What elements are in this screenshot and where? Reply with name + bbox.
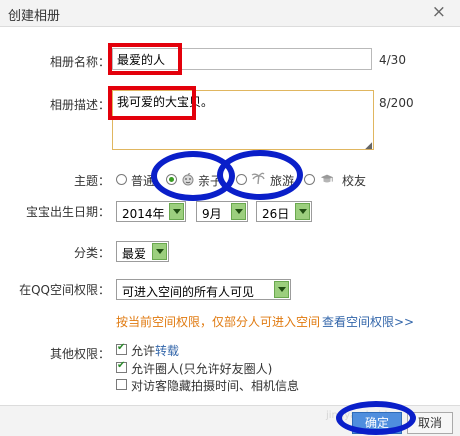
birth-day-value: 26日 xyxy=(262,207,290,221)
confirm-highlight-ellipse xyxy=(336,401,416,435)
chevron-down-icon xyxy=(231,203,246,220)
permission-hint: 按当前空间权限，仅部分人可进入空间 xyxy=(116,315,321,329)
birth-month-select[interactable]: 9月 xyxy=(196,201,248,222)
album-desc-counter: 8/200 xyxy=(379,96,414,110)
allow-repost-label: 允许转载 xyxy=(131,344,180,358)
category-select[interactable]: 最爱 xyxy=(116,241,169,262)
birth-day-select[interactable]: 26日 xyxy=(256,201,312,222)
category-label: 分类： xyxy=(73,246,110,260)
theme-radio-alumni[interactable] xyxy=(304,174,315,185)
permission-label: 在QQ空间权限： xyxy=(19,283,110,297)
allow-tagging-checkbox[interactable] xyxy=(116,360,127,373)
album-desc-label: 相册描述： xyxy=(49,98,110,112)
other-permissions-label: 其他权限： xyxy=(49,347,110,361)
graduation-cap-icon xyxy=(320,174,334,183)
hide-camera-info-checkbox[interactable] xyxy=(116,379,127,390)
chevron-down-icon xyxy=(274,281,289,298)
create-album-dialog: 创建相册 × 相册名称： 最爱的人 4/30 相册描述： 我可爱的大宝贝。 ◢ … xyxy=(0,0,460,436)
category-value: 最爱 xyxy=(122,247,147,261)
permission-value: 可进入空间的所有人可见 xyxy=(122,285,255,299)
album-name-counter: 4/30 xyxy=(379,53,406,67)
resize-grip-icon[interactable]: ◢ xyxy=(365,141,372,151)
dialog-titlebar: 创建相册 × xyxy=(0,0,460,27)
chevron-down-icon xyxy=(295,203,310,220)
desc-highlight-box xyxy=(108,86,196,120)
birth-year-value: 2014年 xyxy=(122,207,165,221)
theme-radio-normal[interactable] xyxy=(116,174,127,185)
birth-month-value: 9月 xyxy=(202,207,222,221)
theme-label-alumni: 校友 xyxy=(342,174,367,188)
theme-label: 主题： xyxy=(73,174,110,188)
birthday-label: 宝宝出生日期： xyxy=(25,205,110,219)
hide-camera-info-label: 对访客隐藏拍摄时间、相机信息 xyxy=(131,379,300,393)
dialog-title: 创建相册 xyxy=(8,9,61,24)
close-icon[interactable]: × xyxy=(432,2,446,22)
chevron-down-icon xyxy=(169,203,184,220)
allow-repost-checkbox[interactable] xyxy=(116,342,127,355)
chevron-down-icon xyxy=(152,243,167,260)
travel-highlight-ellipse xyxy=(217,150,303,200)
view-permission-link[interactable]: 查看空间权限>> xyxy=(322,313,414,330)
name-highlight-box xyxy=(108,43,182,75)
birth-year-select[interactable]: 2014年 xyxy=(116,201,186,222)
album-name-label: 相册名称： xyxy=(49,55,110,69)
permission-select[interactable]: 可进入空间的所有人可见 xyxy=(116,279,291,300)
allow-tagging-label: 允许圈人(只允许好友圈人) xyxy=(131,362,273,376)
